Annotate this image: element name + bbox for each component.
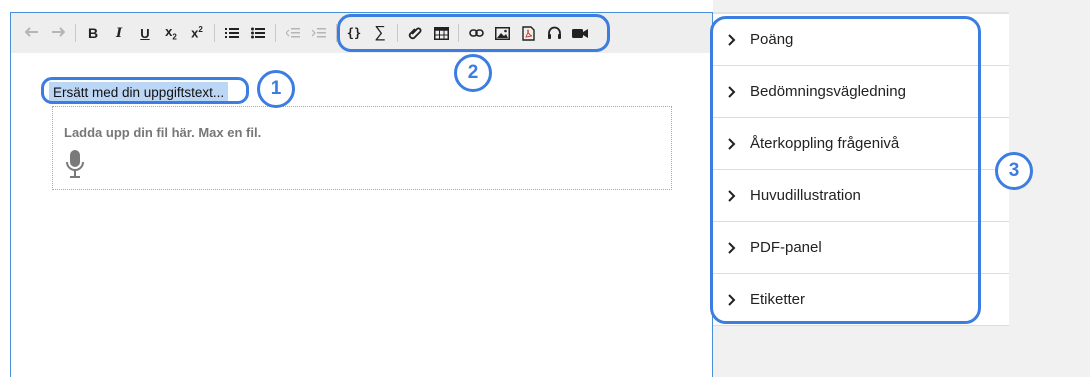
toolbar-divider xyxy=(214,24,215,42)
annotation-marker-1: 1 xyxy=(257,70,295,108)
ordered-list-icon[interactable] xyxy=(219,20,245,46)
superscript-icon[interactable]: x2 xyxy=(184,20,210,46)
editor-screen: B I U x2 x2 {} ∑ Ersätt med din uppgifts… xyxy=(0,0,1090,377)
toolbar-divider xyxy=(75,24,76,42)
undo-icon[interactable] xyxy=(19,20,45,46)
annotation-marker-2: 2 xyxy=(454,54,492,92)
bold-icon[interactable]: B xyxy=(80,20,106,46)
annotation-box-settings xyxy=(710,16,981,324)
upload-instruction: Ladda upp din fil här. Max en fil. xyxy=(64,125,262,140)
indent-icon[interactable] xyxy=(306,20,332,46)
subscript-icon[interactable]: x2 xyxy=(158,20,184,46)
microphone-icon xyxy=(65,149,85,184)
annotation-box-text xyxy=(41,77,249,104)
italic-icon[interactable]: I xyxy=(106,20,132,46)
toolbar-divider xyxy=(275,24,276,42)
annotation-marker-3: 3 xyxy=(995,152,1033,190)
annotation-box-toolbar xyxy=(337,14,610,52)
question-editor: B I U x2 x2 {} ∑ Ersätt med din uppgifts… xyxy=(10,12,713,377)
underline-icon[interactable]: U xyxy=(132,20,158,46)
file-upload-dropzone[interactable]: Ladda upp din fil här. Max en fil. xyxy=(52,106,672,190)
redo-icon[interactable] xyxy=(45,20,71,46)
bullet-list-icon[interactable] xyxy=(245,20,271,46)
outdent-icon[interactable] xyxy=(280,20,306,46)
